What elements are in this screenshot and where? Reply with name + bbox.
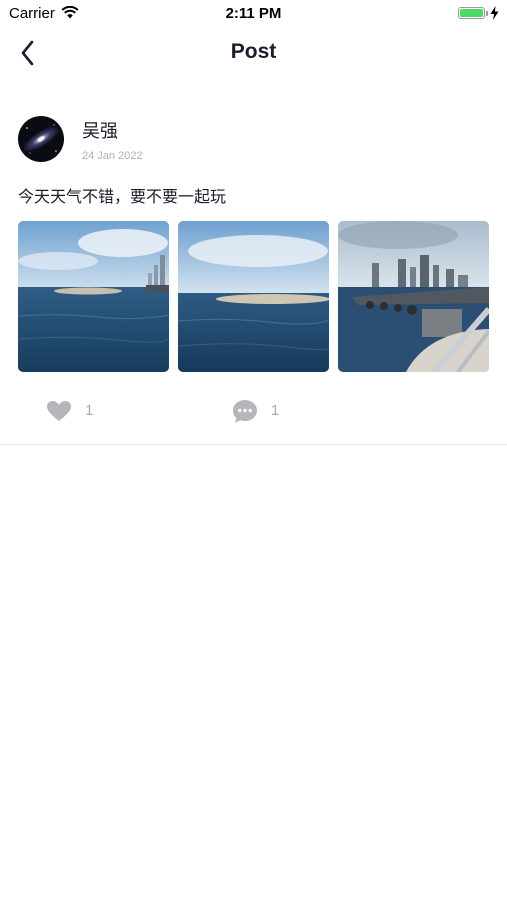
charging-bolt-icon: [490, 6, 499, 20]
post-photo-3[interactable]: [338, 221, 489, 372]
comment-bubble-icon: [233, 400, 257, 423]
author-name[interactable]: 吴强: [82, 117, 118, 143]
like-count: 1: [85, 402, 94, 419]
page-title: Post: [230, 40, 277, 63]
divider: [0, 444, 507, 445]
avatar[interactable]: [18, 116, 64, 162]
battery-icon: [458, 7, 485, 19]
post-photo-2[interactable]: [178, 221, 329, 372]
post-photo-1[interactable]: [18, 221, 169, 372]
battery-cap: [486, 11, 488, 16]
navigation-bar: Post: [0, 28, 507, 78]
status-bar: Carrier 2:11 PM: [0, 0, 507, 28]
post-date: 24 Jan 2022: [82, 150, 143, 162]
comment-button[interactable]: 1: [231, 398, 291, 424]
heart-icon: [47, 401, 71, 421]
like-button[interactable]: 1: [45, 398, 105, 424]
post-text: 今天天气不错，要不要一起玩: [18, 189, 227, 206]
comment-count: 1: [271, 402, 280, 419]
battery-level: [460, 9, 483, 17]
clock: 2:11 PM: [225, 5, 282, 22]
